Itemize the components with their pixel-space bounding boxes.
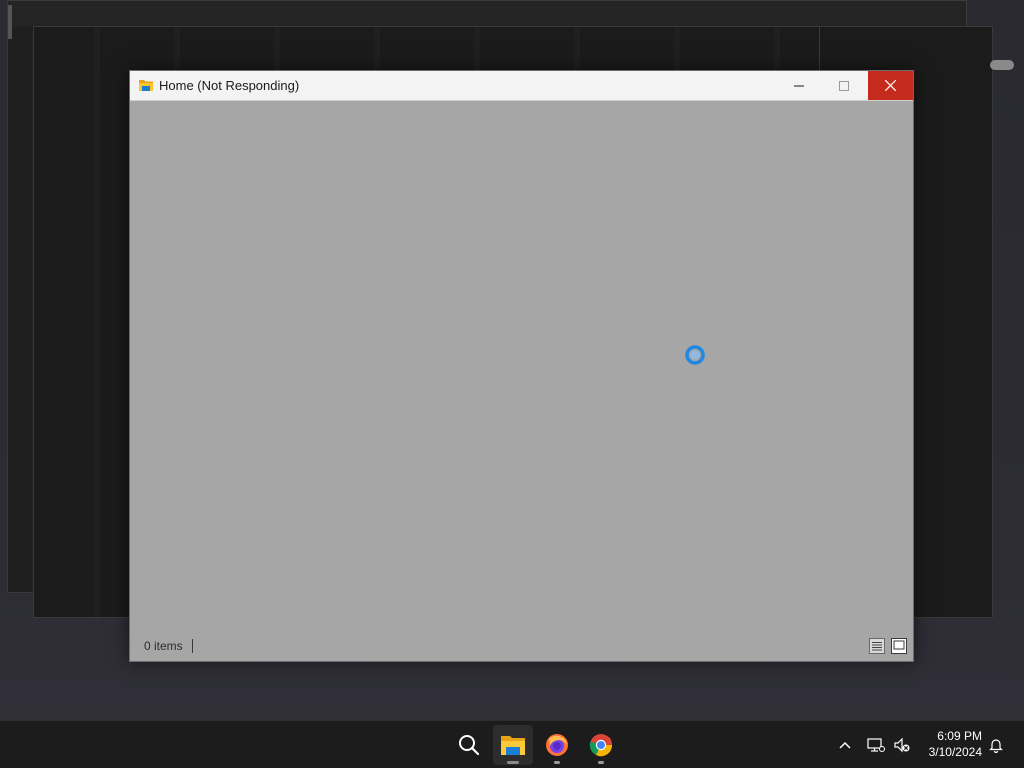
background-window-1-titlebar (8, 1, 966, 27)
tray-volume-button[interactable] (890, 721, 914, 768)
item-count: 0 items (144, 639, 183, 653)
background-stripe (94, 27, 100, 617)
taskbar-firefox-button[interactable] (537, 725, 577, 765)
file-explorer-window[interactable]: Home (Not Responding) 0 items (129, 70, 914, 662)
running-indicator (554, 761, 560, 764)
taskbar: 6:09 PM 3/10/2024 (0, 720, 1024, 768)
taskbar-search-button[interactable] (449, 725, 489, 765)
taskbar-chrome-button[interactable] (581, 725, 621, 765)
clock-time: 6:09 PM (937, 729, 982, 743)
status-separator (192, 639, 193, 653)
background-divider (819, 27, 820, 71)
running-indicator (598, 761, 604, 764)
tray-network-button[interactable] (865, 721, 887, 768)
close-icon (885, 80, 896, 91)
background-window-1-tab (8, 5, 12, 39)
title-bar[interactable]: Home (Not Responding) (130, 71, 913, 101)
status-bar: 0 items (130, 631, 913, 661)
taskbar-file-explorer-button[interactable] (493, 725, 533, 765)
background-scrollbar[interactable] (990, 60, 1014, 70)
chevron-up-icon (839, 741, 851, 749)
details-view-button[interactable] (869, 638, 885, 654)
close-button[interactable] (868, 71, 913, 100)
file-explorer-icon (501, 736, 525, 755)
window-title: Home (Not Responding) (159, 78, 300, 93)
loading-spinner-icon (685, 345, 705, 365)
large-icons-view-button[interactable] (891, 638, 907, 654)
network-icon (867, 738, 885, 752)
firefox-icon (546, 734, 568, 756)
notification-bell-icon (989, 739, 1003, 753)
desktop: Home (Not Responding) 0 items (0, 0, 1024, 720)
notification-center-button[interactable] (985, 721, 1007, 768)
clock-date: 3/10/2024 (928, 745, 982, 759)
chrome-icon (589, 734, 613, 757)
minimize-icon (793, 85, 804, 86)
content-area[interactable] (130, 101, 913, 629)
running-indicator (507, 761, 519, 764)
minimize-button[interactable] (776, 71, 821, 100)
system-clock[interactable]: 6:09 PM 3/10/2024 (929, 728, 982, 760)
folder-icon (138, 77, 154, 93)
maximize-icon (838, 80, 849, 91)
maximize-button[interactable] (821, 71, 866, 100)
search-icon (459, 735, 480, 756)
large-icons-view-icon (891, 638, 907, 654)
volume-muted-icon (894, 737, 910, 753)
tray-overflow-button[interactable] (834, 721, 856, 768)
details-view-icon (869, 638, 885, 654)
